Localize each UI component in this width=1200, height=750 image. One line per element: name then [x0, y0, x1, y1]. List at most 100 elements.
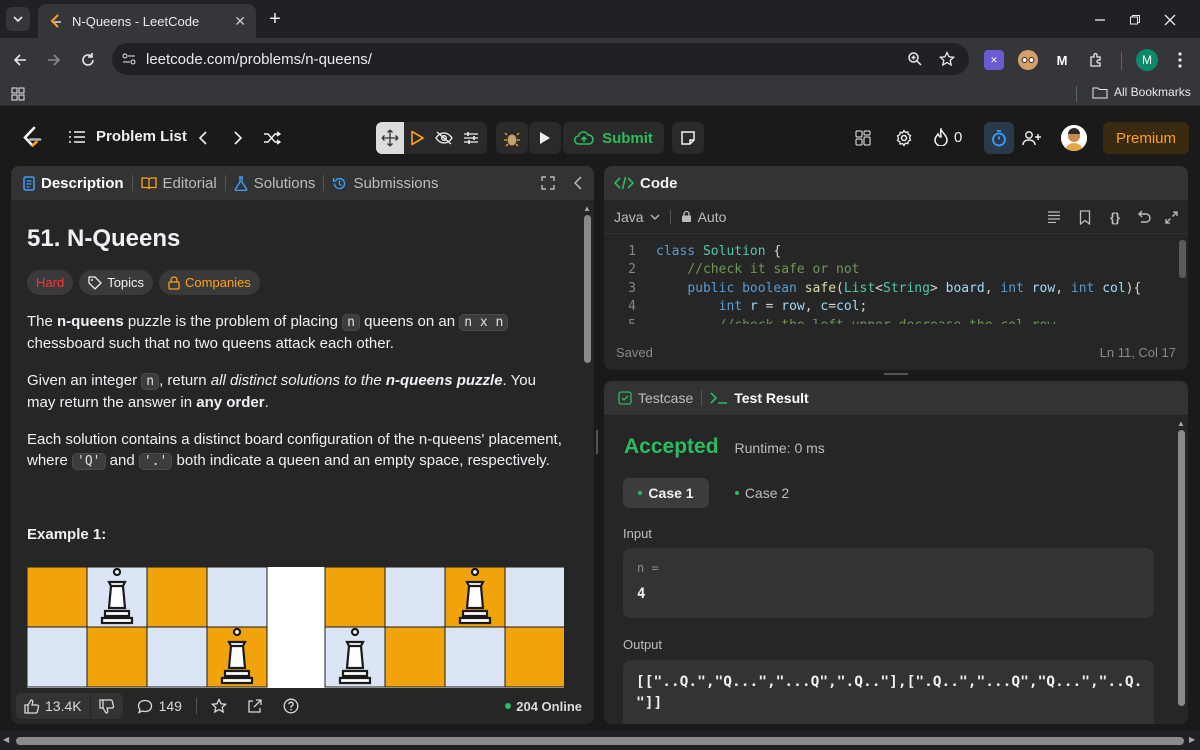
- horizontal-splitter[interactable]: [884, 373, 908, 375]
- case-1-tab[interactable]: Case 1: [623, 478, 709, 508]
- code-scrollbar-thumb[interactable]: [1179, 240, 1186, 278]
- collapse-description-button[interactable]: [569, 174, 587, 192]
- tab-solutions[interactable]: Solutions: [234, 175, 315, 192]
- comment-count: 149: [158, 698, 182, 714]
- drag-handle-button[interactable]: [376, 122, 404, 154]
- tab-close-icon[interactable]: ✕: [234, 13, 246, 30]
- close-window-button[interactable]: [1158, 8, 1182, 32]
- profile-avatar[interactable]: M: [1136, 49, 1158, 71]
- case-2-tab[interactable]: Case 2: [722, 478, 802, 508]
- play-icon: [540, 132, 550, 144]
- tab-separator: [224, 175, 226, 191]
- board-square: [86, 626, 148, 688]
- apps-button[interactable]: [10, 86, 26, 102]
- medium-extension-button[interactable]: M: [1052, 50, 1072, 70]
- dislike-button[interactable]: [90, 693, 123, 719]
- new-tab-button[interactable]: +: [264, 8, 286, 30]
- like-button[interactable]: 13.4K: [16, 693, 90, 719]
- tab-testcase[interactable]: Testcase: [618, 390, 693, 406]
- settings-button[interactable]: [894, 128, 914, 148]
- maximize-icon: [541, 176, 555, 190]
- cursor-position: Ln 11, Col 17: [1099, 344, 1176, 360]
- bookmark-button[interactable]: [1077, 209, 1093, 225]
- help-button[interactable]: [281, 696, 301, 716]
- hide-button[interactable]: [431, 122, 457, 154]
- horizontal-scroll-thumb[interactable]: [16, 737, 1184, 745]
- prev-problem-button[interactable]: [193, 128, 213, 148]
- companies-tag[interactable]: Companies: [159, 270, 260, 295]
- scroll-up-arrow[interactable]: ▲: [582, 204, 592, 213]
- tab-description[interactable]: Description: [23, 175, 124, 192]
- tab-search-button[interactable]: [6, 7, 30, 31]
- reset-code-button[interactable]: [1135, 209, 1151, 225]
- code-line[interactable]: 4 int r = row, c=col;: [604, 298, 1176, 317]
- star-icon: [210, 698, 227, 714]
- maximize-description-button[interactable]: [539, 174, 557, 192]
- settings-layout-button[interactable]: [458, 122, 484, 154]
- layout-button[interactable]: [853, 128, 873, 148]
- share-button[interactable]: [245, 696, 265, 716]
- run-layout-button[interactable]: [404, 122, 430, 154]
- leetcode-logo[interactable]: [20, 126, 44, 150]
- code-line[interactable]: 2 //check it safe or not: [604, 261, 1176, 280]
- tab-editorial[interactable]: Editorial: [140, 175, 217, 192]
- scroll-thumb[interactable]: [1177, 430, 1185, 706]
- tab-test-result[interactable]: Test Result: [710, 390, 809, 406]
- run-button[interactable]: [529, 122, 561, 154]
- vertical-splitter[interactable]: [596, 430, 600, 454]
- description-scrollbar[interactable]: ▲: [582, 204, 592, 686]
- forward-button[interactable]: [42, 48, 66, 72]
- back-button[interactable]: [8, 48, 32, 72]
- code-line[interactable]: 3 public boolean safe(List<String> board…: [604, 279, 1176, 298]
- add-friend-button[interactable]: [1020, 126, 1044, 150]
- code-editor[interactable]: 1 class Solution {2 //check it safe or no…: [604, 241, 1176, 324]
- board-square: [384, 626, 446, 688]
- add-user-icon: [1022, 131, 1041, 146]
- expand-editor-button[interactable]: [1163, 209, 1179, 225]
- problem-list-button[interactable]: Problem List: [68, 128, 187, 145]
- code-line[interactable]: 5 //check the left upper decrease the co…: [604, 316, 1176, 324]
- browser-menu-button[interactable]: [1170, 50, 1190, 70]
- reload-button[interactable]: [76, 48, 100, 72]
- url-text: leetcode.com/problems/n-queens/: [146, 50, 372, 68]
- kebab-menu-icon: [1178, 52, 1182, 68]
- auto-mode-toggle[interactable]: Auto: [681, 209, 726, 225]
- favorite-button[interactable]: [209, 696, 229, 716]
- timer-button[interactable]: [984, 122, 1014, 154]
- all-bookmarks-button[interactable]: All Bookmarks: [1092, 85, 1191, 99]
- address-bar[interactable]: leetcode.com/problems/n-queens/: [112, 43, 969, 75]
- next-problem-button[interactable]: [228, 128, 248, 148]
- topics-tag[interactable]: Topics: [79, 270, 154, 295]
- tab-submissions[interactable]: Submissions: [332, 175, 438, 192]
- comments-button[interactable]: 149: [137, 698, 182, 714]
- tab-separator: [701, 390, 703, 406]
- notes-button[interactable]: [672, 122, 704, 154]
- streak-counter[interactable]: 0: [934, 128, 962, 146]
- minimize-button[interactable]: [1088, 8, 1112, 32]
- extension-1-button[interactable]: ✕: [984, 50, 1004, 70]
- scroll-left-arrow[interactable]: ◀: [3, 735, 9, 744]
- debug-button[interactable]: [496, 122, 528, 154]
- braces-button[interactable]: {}: [1106, 209, 1124, 225]
- scroll-up-arrow[interactable]: ▲: [1176, 419, 1186, 428]
- browser-tab[interactable]: N-Queens - LeetCode ✕: [38, 4, 256, 38]
- zoom-icon[interactable]: [907, 51, 923, 67]
- scroll-thumb[interactable]: [583, 215, 591, 363]
- page-horizontal-scrollbar[interactable]: ◀ ▶: [0, 731, 1200, 750]
- submit-button[interactable]: Submit: [563, 122, 664, 154]
- restore-button[interactable]: [1123, 8, 1147, 32]
- test-result-panel: Testcase Test Result Accepted Runtime: 0…: [604, 381, 1188, 724]
- random-problem-button[interactable]: [262, 128, 282, 148]
- scroll-right-arrow[interactable]: ▶: [1189, 735, 1195, 744]
- extension-2-button[interactable]: [1018, 50, 1038, 70]
- bookmark-star-icon[interactable]: [939, 51, 955, 67]
- user-avatar[interactable]: [1061, 125, 1087, 151]
- premium-button[interactable]: Premium: [1103, 122, 1189, 154]
- test-scrollbar[interactable]: ▲: [1176, 419, 1186, 719]
- extensions-button[interactable]: [1086, 50, 1106, 70]
- code-line[interactable]: 1 class Solution {: [604, 242, 1176, 261]
- language-select[interactable]: Java: [614, 209, 660, 225]
- thumbs-up-icon: [24, 698, 40, 714]
- format-button[interactable]: [1046, 209, 1062, 225]
- example-board-image: [27, 567, 564, 689]
